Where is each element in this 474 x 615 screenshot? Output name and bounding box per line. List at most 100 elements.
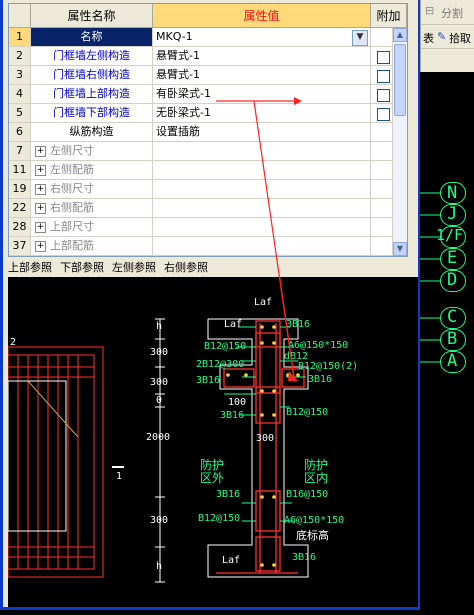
rebar-label: B12@150 — [286, 407, 329, 418]
attach-cell — [371, 85, 393, 104]
pick-button[interactable]: 拾取 — [449, 30, 471, 46]
dim-label: 300 — [150, 515, 169, 526]
row-number: 22 — [9, 199, 31, 218]
row-number: 1 — [9, 28, 31, 47]
zone-inside-label: 防护 区内 — [304, 458, 329, 485]
grid-row[interactable]: 3 门框墙右侧构造 悬臂式-1 — [9, 66, 407, 85]
property-value[interactable]: 悬臂式-1 — [153, 66, 371, 85]
table-button[interactable]: 表 — [423, 30, 434, 46]
property-grid[interactable]: 属性名称 属性值 附加 1 名称 MKQ-1 ▼ 2 门框墙左侧构造 悬臂式-1 3 门框墙右侧… — [8, 3, 408, 257]
scroll-down-icon[interactable]: ▼ — [393, 242, 407, 256]
row-number: 5 — [9, 104, 31, 123]
tab-right-reference[interactable]: 右侧参照 — [164, 259, 208, 275]
grid-row[interactable]: 37 + 上部配筋 — [9, 237, 407, 256]
row-number: 3 — [9, 66, 31, 85]
property-value-text: 悬臂式-1 — [156, 49, 200, 62]
grid-row[interactable]: 2 门框墙左侧构造 悬臂式-1 — [9, 47, 407, 66]
expand-icon[interactable]: + — [35, 183, 46, 195]
property-name[interactable]: + 右侧配筋 — [31, 199, 153, 218]
rebar-label: A6@150*150 — [284, 515, 345, 526]
attach-checkbox[interactable] — [377, 51, 390, 64]
property-name[interactable]: 门框墙左侧构造 — [31, 47, 153, 66]
expand-icon[interactable]: + — [35, 240, 46, 252]
rebar-label: B16@150 — [286, 489, 329, 500]
expand-icon[interactable]: + — [35, 145, 46, 157]
property-name[interactable]: 名称 — [31, 28, 153, 47]
attach-cell — [371, 28, 393, 47]
grid-row[interactable]: 6 纵筋构造 设置插筋 — [9, 123, 407, 142]
rebar-label: 3B16 — [286, 319, 311, 330]
grid-row[interactable]: 1 名称 MKQ-1 ▼ — [9, 28, 407, 47]
property-name-label: 门框墙下部构造 — [53, 106, 130, 119]
row-number: 37 — [9, 237, 31, 256]
attach-cell — [371, 237, 393, 256]
rebar-label: A6@150*150 — [288, 340, 349, 351]
property-dialog: 属性名称 属性值 附加 1 名称 MKQ-1 ▼ 2 门框墙左侧构造 悬臂式-1 3 门框墙右侧… — [0, 0, 420, 610]
expand-icon[interactable]: + — [35, 221, 46, 233]
expand-icon[interactable]: + — [35, 164, 46, 176]
attach-checkbox[interactable] — [377, 89, 390, 102]
property-value[interactable]: 设置插筋 — [153, 123, 371, 142]
grid-row[interactable]: 11 + 左侧配筋 — [9, 161, 407, 180]
header-property-value[interactable]: 属性值 — [153, 4, 371, 28]
dialog-border — [0, 0, 3, 610]
property-name-label: 名称 — [80, 30, 103, 43]
dim-label: 300 — [150, 347, 169, 358]
row-number: 7 — [9, 142, 31, 161]
property-name[interactable]: 门框墙上部构造 — [31, 85, 153, 104]
property-value[interactable]: MKQ-1 ▼ — [153, 28, 371, 47]
grid-row[interactable]: 19 + 右侧尺寸 — [9, 180, 407, 199]
dropdown-arrow-icon[interactable]: ▼ — [352, 30, 368, 46]
grid-row[interactable]: 28 + 上部尺寸 — [9, 218, 407, 237]
grid-scrollbar[interactable]: ▲ ▼ — [393, 28, 407, 256]
property-name[interactable]: + 左侧尺寸 — [31, 142, 153, 161]
tab-left-reference[interactable]: 左侧参照 — [112, 259, 156, 275]
header-attach[interactable]: 附加 — [371, 4, 407, 28]
property-name[interactable]: + 右侧尺寸 — [31, 180, 153, 199]
split-button[interactable]: 分割 — [441, 5, 463, 21]
property-value-text: 无卧梁式-1 — [156, 106, 211, 119]
row-number: 6 — [9, 123, 31, 142]
scroll-thumb[interactable] — [394, 44, 406, 116]
attach-cell — [371, 47, 393, 66]
property-name[interactable]: 门框墙下部构造 — [31, 104, 153, 123]
attach-cell — [371, 218, 393, 237]
dim-label: 300 — [256, 433, 275, 444]
property-name-label: 门框墙右侧构造 — [53, 68, 130, 81]
rebar-label: B12@150(2) — [298, 361, 359, 372]
property-value[interactable] — [153, 237, 371, 256]
property-value[interactable] — [153, 142, 371, 161]
dim-label: h — [156, 561, 163, 572]
property-value[interactable]: 无卧梁式-1 — [153, 104, 371, 123]
grid-row[interactable]: 4 门框墙上部构造 有卧梁式-1 — [9, 85, 407, 104]
property-value[interactable] — [153, 161, 371, 180]
property-value[interactable] — [153, 180, 371, 199]
attach-checkbox[interactable] — [377, 70, 390, 83]
property-value[interactable] — [153, 218, 371, 237]
property-value[interactable]: 有卧梁式-1 — [153, 85, 371, 104]
app-toolbar: ⊟ 分割 表 ✎ 拾取 — [420, 0, 474, 72]
grid-row[interactable]: 7 + 左侧尺寸 — [9, 142, 407, 161]
toolbar-icon-1: ⊟ — [425, 4, 435, 17]
row-number: 2 — [9, 47, 31, 66]
attach-cell — [371, 142, 393, 161]
property-name[interactable]: 纵筋构造 — [31, 123, 153, 142]
attach-cell — [371, 123, 393, 142]
property-name[interactable]: 门框墙右侧构造 — [31, 66, 153, 85]
property-name[interactable]: + 上部尺寸 — [31, 218, 153, 237]
rebar-label: B12@150 — [204, 341, 247, 352]
scroll-up-icon[interactable]: ▲ — [393, 28, 407, 42]
expand-icon[interactable]: + — [35, 202, 46, 214]
row-number: 28 — [9, 218, 31, 237]
grid-row[interactable]: 22 + 右侧配筋 — [9, 199, 407, 218]
header-property-name[interactable]: 属性名称 — [31, 4, 153, 28]
rebar-label: 2B12@300 — [196, 359, 245, 370]
property-value[interactable]: 悬臂式-1 — [153, 47, 371, 66]
grid-row[interactable]: 5 门框墙下部构造 无卧梁式-1 — [9, 104, 407, 123]
property-name[interactable]: + 左侧配筋 — [31, 161, 153, 180]
tab-bottom-reference[interactable]: 下部参照 — [60, 259, 104, 275]
tab-top-reference[interactable]: 上部参照 — [8, 259, 52, 275]
attach-checkbox[interactable] — [377, 108, 390, 121]
property-name[interactable]: + 上部配筋 — [31, 237, 153, 256]
property-value[interactable] — [153, 199, 371, 218]
